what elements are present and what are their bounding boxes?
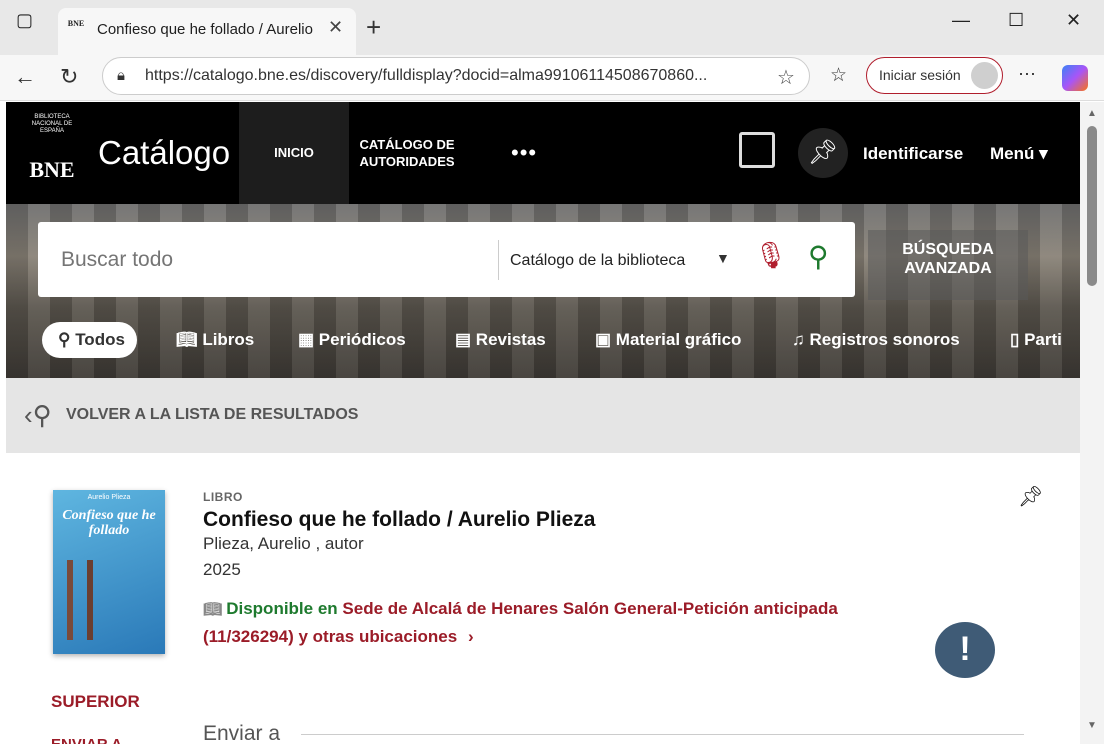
facet-registros-sonoros[interactable]: ♫ Registros sonoros <box>792 322 960 358</box>
pin-record-icon[interactable]: 📌︎ <box>1018 484 1043 509</box>
facet-label: Periódicos <box>318 330 406 349</box>
facet-label: Todos <box>75 330 125 349</box>
menu-button[interactable]: Menú ▾ <box>990 144 1048 164</box>
bne-favicon-icon: BNE <box>67 19 85 28</box>
facet-label: Material gráfico <box>615 330 742 349</box>
book-cover-image[interactable]: Aurelio Plieza Confieso que he follado <box>53 490 165 654</box>
search-box: Catálogo de la biblioteca ▼ 🎙︎ ⚲ <box>38 222 855 297</box>
facet-label: Revistas <box>475 330 546 349</box>
book-open-icon: 📖︎ <box>203 601 227 618</box>
cover-illustration <box>67 560 151 640</box>
facet-todos[interactable]: ⚲ Todos <box>42 322 137 358</box>
logo-big-text: BNE <box>29 157 75 182</box>
sidebar-toggle-icon[interactable]: ▢ <box>16 10 33 31</box>
favorite-star-icon[interactable]: ☆ <box>777 65 795 90</box>
facet-bar: ⚲ Todos 📖︎ Libros ▦ Periódicos ▤ Revista… <box>6 322 1080 362</box>
more-options-icon[interactable]: ⋯ <box>1018 64 1036 85</box>
record-author[interactable]: Plieza, Aurelio , autor <box>203 534 364 554</box>
favorites-list-icon[interactable]: ☆ <box>830 64 847 87</box>
url-text: https://catalogo.bne.es/discovery/fulldi… <box>145 67 708 84</box>
minimize-icon[interactable]: — <box>952 10 970 31</box>
back-search-icon[interactable]: ‹⚲ <box>24 400 52 431</box>
sidebar-item-superior[interactable]: SUPERIOR <box>51 692 140 712</box>
search-icon: ⚲ <box>58 330 76 349</box>
copilot-icon[interactable] <box>1062 65 1088 91</box>
browser-tab[interactable]: BNE Confieso que he follado / Aurelio ✕ <box>58 8 356 55</box>
avatar <box>971 62 998 89</box>
availability-link[interactable]: 📖︎ Disponible en Sede de Alcalá de Henar… <box>203 595 903 650</box>
search-scope-select[interactable]: Catálogo de la biblioteca <box>510 252 685 270</box>
record-year: 2025 <box>203 560 241 579</box>
bne-logo[interactable]: BIBLIOTECA NACIONAL DE ESPAÑA BNE <box>24 114 80 196</box>
login-label: Iniciar sesión <box>879 67 961 83</box>
music-icon: ♫ <box>792 330 810 349</box>
back-to-results-link[interactable]: VOLVER A LA LISTA DE RESULTADOS <box>66 406 358 424</box>
search-input[interactable] <box>61 248 481 272</box>
logo-small-text: BIBLIOTECA NACIONAL DE ESPAÑA <box>31 114 73 134</box>
microphone-icon[interactable]: 🎙︎ <box>754 240 787 271</box>
scroll-down-icon[interactable]: ▼ <box>1087 720 1097 731</box>
chevron-down-icon: ▾ <box>1039 144 1048 163</box>
qr-code-icon[interactable] <box>739 132 775 168</box>
site-title[interactable]: Catálogo <box>98 134 230 172</box>
scrollbar[interactable]: ▲ ▼ <box>1080 102 1104 744</box>
nav-catalogo-autoridades[interactable]: CATÁLOGO DE AUTORIDADES <box>351 136 463 170</box>
scroll-up-icon[interactable]: ▲ <box>1087 108 1097 119</box>
nav-inicio[interactable]: INICIO <box>239 102 349 204</box>
record-type: LIBRO <box>203 490 243 504</box>
chevron-right-icon: › <box>467 627 474 646</box>
book-icon: 📖︎ <box>176 330 203 349</box>
back-arrow-icon[interactable]: ← <box>14 64 36 90</box>
advanced-search-button[interactable]: BÚSQUEDA AVANZADA <box>868 230 1028 300</box>
identify-link[interactable]: Identificarse <box>863 144 963 164</box>
close-window-icon[interactable]: ✕ <box>1066 10 1081 31</box>
document-icon: ▯ <box>1010 330 1025 349</box>
login-button[interactable]: Iniciar sesión <box>866 57 1003 94</box>
browser-toolbar: ← ↻ 🔒︎ https://catalogo.bne.es/discovery… <box>0 55 1104 101</box>
facet-label: Parti <box>1024 330 1062 349</box>
web-page: BIBLIOTECA NACIONAL DE ESPAÑA BNE Catálo… <box>6 102 1080 744</box>
reload-icon[interactable]: ↻ <box>60 64 78 90</box>
record-title: Confieso que he follado / Aurelio Plieza <box>203 508 596 531</box>
scrollbar-thumb[interactable] <box>1087 126 1097 286</box>
facet-libros[interactable]: 📖︎ Libros <box>176 322 254 358</box>
search-hero: Catálogo de la biblioteca ▼ 🎙︎ ⚲ BÚSQUED… <box>6 204 1080 378</box>
cover-author: Aurelio Plieza <box>87 494 131 501</box>
site-header: BIBLIOTECA NACIONAL DE ESPAÑA BNE Catálo… <box>6 102 1080 204</box>
divider <box>498 240 499 280</box>
cover-title: Confieso que he follado <box>62 508 156 538</box>
magazine-icon: ▤ <box>455 330 476 349</box>
new-tab-icon[interactable]: + <box>366 12 381 43</box>
image-icon: ▣ <box>595 330 616 349</box>
facet-label: Libros <box>202 330 255 349</box>
facet-periodicos[interactable]: ▦ Periódicos <box>298 322 406 358</box>
facet-partituras[interactable]: ▯ Parti <box>1010 322 1062 358</box>
close-tab-icon[interactable]: ✕ <box>328 17 343 38</box>
section-enviar-title: Enviar a <box>203 722 281 744</box>
menu-label: Menú <box>990 144 1035 163</box>
back-bar: ‹⚲ VOLVER A LA LISTA DE RESULTADOS <box>6 378 1080 453</box>
newspaper-icon: ▦ <box>298 330 319 349</box>
divider <box>301 734 1024 735</box>
availability-status: Disponible en <box>226 599 338 618</box>
sidebar-item-enviar[interactable]: ENVIAR A <box>51 736 122 744</box>
caret-down-icon[interactable]: ▼ <box>716 250 730 266</box>
nav-more-icon[interactable]: ••• <box>511 140 537 166</box>
address-bar[interactable]: 🔒︎ https://catalogo.bne.es/discovery/ful… <box>102 57 810 95</box>
tab-title: Confieso que he follado / Aurelio <box>97 21 313 38</box>
facet-revistas[interactable]: ▤ Revistas <box>455 322 546 358</box>
maximize-icon[interactable]: ☐ <box>1008 10 1024 31</box>
lock-icon: 🔒︎ <box>117 67 125 84</box>
search-icon[interactable]: ⚲ <box>808 240 829 273</box>
browser-tab-strip: ▢ BNE Confieso que he follado / Aurelio … <box>0 0 1104 55</box>
feedback-icon[interactable]: ! <box>935 622 995 678</box>
pin-icon[interactable]: 📌︎ <box>798 128 848 178</box>
facet-label: Registros sonoros <box>809 330 960 349</box>
facet-material-grafico[interactable]: ▣ Material gráfico <box>595 322 741 358</box>
